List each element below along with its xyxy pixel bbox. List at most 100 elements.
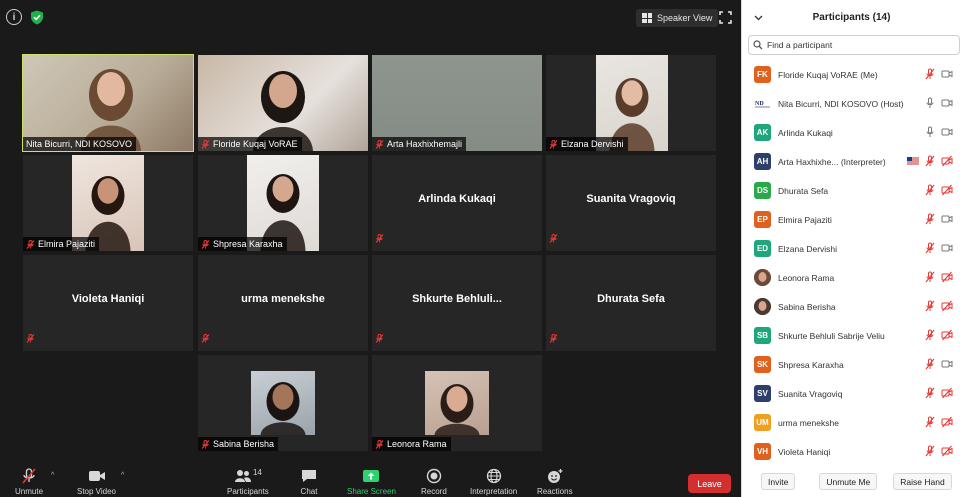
- participant-search[interactable]: [748, 35, 960, 55]
- tile-name-label: Shkurte Behluli...: [412, 293, 502, 305]
- participant-name: Elmira Pajaziti: [778, 214, 832, 225]
- participant-row[interactable]: ED Elzana Dervishi: [742, 234, 960, 263]
- raise-hand-button[interactable]: Raise Hand: [893, 473, 952, 490]
- participant-row[interactable]: FK Floride Kuqaj VoRAE (Me): [742, 60, 960, 89]
- muted-mic-icon: [925, 155, 935, 167]
- smiley-icon: [547, 469, 563, 483]
- participant-row[interactable]: AK Arlinda Kukaqi: [742, 118, 960, 147]
- muted-mic-icon: [925, 242, 935, 254]
- video-options-caret[interactable]: ^: [121, 472, 124, 479]
- muted-mic-icon: [925, 213, 935, 225]
- video-tile[interactable]: Leonora Rama: [372, 355, 542, 451]
- camera-icon: [941, 70, 953, 78]
- speaker-view-button[interactable]: Speaker View: [636, 9, 719, 27]
- camera-off-icon: [941, 184, 953, 196]
- video-tile[interactable]: Shkurte Behluli...: [372, 255, 542, 351]
- avatar: SV: [754, 385, 771, 402]
- avatar: SK: [754, 356, 771, 373]
- audio-options-caret[interactable]: ^: [51, 472, 54, 479]
- participant-row[interactable]: Sabina Berisha: [742, 292, 960, 321]
- participant-status-icons: [924, 445, 953, 457]
- avatar: ED: [754, 240, 771, 257]
- camera-icon: [941, 244, 953, 252]
- participant-row[interactable]: DS Dhurata Sefa: [742, 176, 960, 205]
- video-tile[interactable]: Dhurata Sefa: [546, 255, 716, 351]
- camera-icon: [941, 215, 953, 223]
- video-tile[interactable]: Elmira Pajaziti: [23, 155, 193, 251]
- camera-off-icon: [941, 445, 953, 457]
- participant-status-icons: [924, 213, 953, 225]
- chat-label: Chat: [300, 487, 318, 496]
- participant-row[interactable]: Leonora Rama: [742, 263, 960, 292]
- chat-button[interactable]: Chat: [300, 468, 318, 496]
- interpretation-button[interactable]: Interpretation: [470, 468, 517, 496]
- video-tile[interactable]: Violeta Haniqi: [23, 255, 193, 351]
- participant-name: Shkurte Behluli Sabrije Veliu: [778, 330, 885, 341]
- share-screen-button[interactable]: Share Screen: [347, 468, 396, 496]
- share-screen-icon: [363, 470, 380, 482]
- info-icon[interactable]: i: [6, 9, 22, 25]
- muted-mic-icon: [375, 230, 384, 248]
- encryption-shield-icon[interactable]: [29, 9, 45, 25]
- video-tile[interactable]: Suanita Vragoviq: [546, 155, 716, 251]
- avatar: ND: [754, 95, 771, 112]
- fullscreen-icon[interactable]: [719, 11, 732, 24]
- participant-row[interactable]: SK Shpresa Karaxha: [742, 350, 960, 379]
- video-tile[interactable]: Nita Bicurri, NDI KOSOVO: [22, 54, 194, 152]
- tile-name-label: Leonora Rama: [372, 437, 451, 451]
- tile-name-label: Suanita Vragoviq: [586, 193, 676, 205]
- muted-mic-icon: [925, 271, 935, 283]
- globe-icon: [486, 468, 501, 484]
- share-screen-label: Share Screen: [347, 487, 396, 496]
- camera-icon: [941, 128, 953, 136]
- video-tile[interactable]: Shpresa Karaxha: [198, 155, 368, 251]
- avatar: EP: [754, 211, 771, 228]
- muted-mic-icon: [925, 445, 935, 457]
- unmute-button[interactable]: Unmute: [15, 468, 43, 496]
- record-label: Record: [421, 487, 447, 496]
- muted-mic-icon: [549, 330, 558, 348]
- tile-name-label: Elmira Pajaziti: [23, 237, 100, 251]
- avatar: DS: [754, 182, 771, 199]
- invite-button[interactable]: Invite: [761, 473, 796, 490]
- participant-status-icons: [924, 271, 953, 283]
- tile-name-label: Floride Kuqaj VoRAE: [198, 137, 302, 151]
- avatar: UM: [754, 414, 771, 431]
- participant-row[interactable]: SB Shkurte Behluli Sabrije Veliu: [742, 321, 960, 350]
- muted-mic-icon: [925, 68, 935, 80]
- participants-button[interactable]: 14 Participants: [227, 468, 269, 496]
- participant-name: Dhurata Sefa: [778, 185, 829, 196]
- muted-mic-icon: [549, 230, 558, 248]
- muted-mic-icon: [925, 358, 935, 370]
- camera-off-icon: [941, 155, 953, 167]
- participant-row[interactable]: VH Violeta Haniqi: [742, 437, 960, 466]
- chevron-down-icon[interactable]: [754, 13, 763, 22]
- video-tile[interactable]: urma menekshe: [198, 255, 368, 351]
- participant-video: [251, 371, 315, 435]
- participant-name: Arlinda Kukaqi: [778, 127, 833, 138]
- camera-off-icon: [941, 416, 953, 428]
- unmute-label: Unmute: [15, 487, 44, 496]
- leave-button[interactable]: Leave: [688, 474, 731, 493]
- unmute-me-button[interactable]: Unmute Me: [819, 473, 878, 490]
- participant-row[interactable]: UM urma menekshe: [742, 408, 960, 437]
- record-button[interactable]: Record: [421, 468, 447, 496]
- video-tile[interactable]: Arta Haxhixhemajli: [372, 55, 542, 151]
- tile-name-label: urma menekshe: [241, 293, 325, 305]
- search-input[interactable]: [767, 40, 947, 50]
- panel-header: Participants (14): [742, 0, 960, 34]
- video-tile[interactable]: Floride Kuqaj VoRAE: [198, 55, 368, 151]
- participant-row[interactable]: AH Arta Haxhixhe... (Interpreter): [742, 147, 960, 176]
- video-tile[interactable]: Arlinda Kukaqi: [372, 155, 542, 251]
- record-icon: [426, 468, 442, 484]
- participant-row[interactable]: ND Nita Bicurri, NDI KOSOVO (Host): [742, 89, 960, 118]
- reactions-button[interactable]: Reactions: [537, 468, 573, 496]
- video-tile[interactable]: Elzana Dervishi: [546, 55, 716, 151]
- participant-row[interactable]: EP Elmira Pajaziti: [742, 205, 960, 234]
- stop-video-button[interactable]: Stop Video: [77, 468, 116, 496]
- participant-name: Nita Bicurri, NDI KOSOVO (Host): [778, 98, 904, 109]
- participant-row[interactable]: SV Suanita Vragoviq: [742, 379, 960, 408]
- us-flag-icon: [907, 157, 919, 165]
- participant-status-icons: [924, 329, 953, 341]
- video-tile[interactable]: Sabina Berisha: [198, 355, 368, 451]
